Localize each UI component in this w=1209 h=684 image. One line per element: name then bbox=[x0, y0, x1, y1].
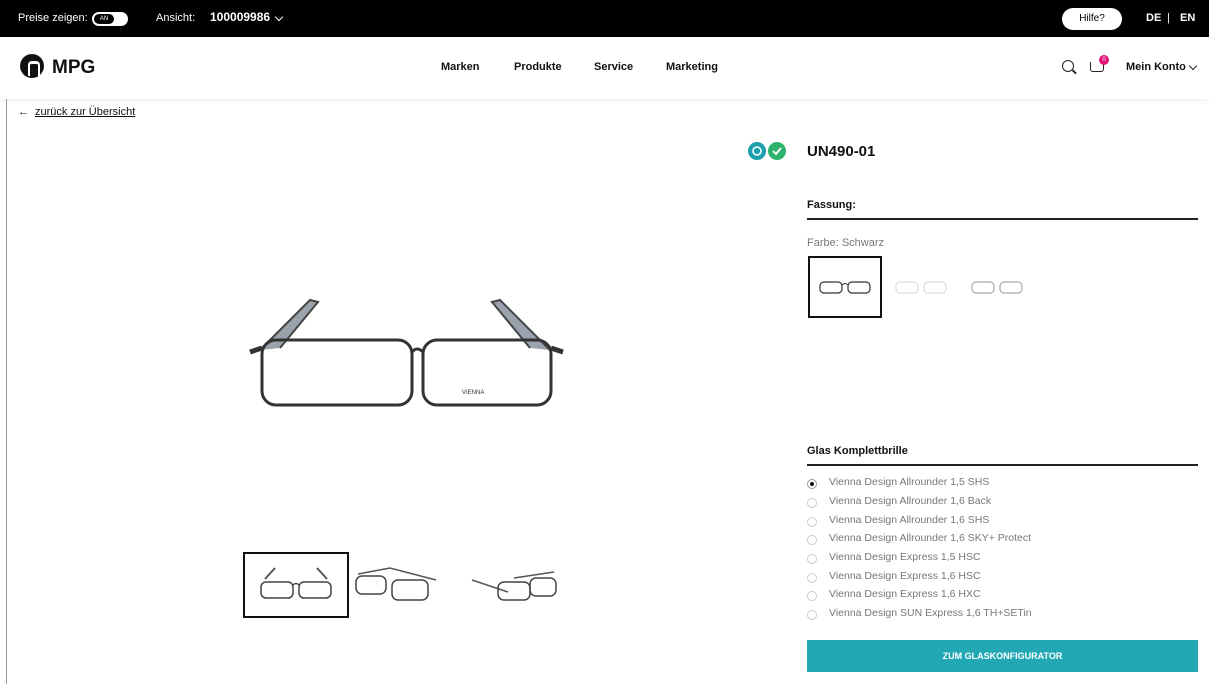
color-swatch-black[interactable] bbox=[808, 256, 882, 318]
frame-heading: Fassung: bbox=[807, 199, 856, 211]
nav-item-service[interactable]: Service bbox=[594, 61, 633, 73]
radio-button[interactable] bbox=[807, 610, 817, 620]
help-button[interactable]: Hilfe? bbox=[1062, 8, 1122, 30]
color-label: Farbe: Schwarz bbox=[807, 237, 885, 249]
product-title: UN490-01 bbox=[807, 143, 876, 160]
divider bbox=[807, 464, 1198, 466]
top-bar: Preise zeigen: AN Ansicht: 100009986 Hil… bbox=[0, 0, 1209, 37]
nav-item-marken[interactable]: Marken bbox=[441, 61, 480, 73]
radio-button[interactable] bbox=[807, 517, 817, 527]
color-swatch-silver[interactable] bbox=[886, 256, 960, 318]
radio-button[interactable] bbox=[807, 554, 817, 564]
glass-heading: Glas Komplettbrille bbox=[807, 445, 908, 457]
glass-configurator-button[interactable]: ZUM GLASKONFIGURATOR bbox=[807, 640, 1198, 672]
color-swatch-gunmetal[interactable] bbox=[962, 256, 1036, 318]
divider bbox=[807, 218, 1198, 220]
logo-text[interactable]: MPG bbox=[52, 57, 95, 79]
language-de[interactable]: DE bbox=[1146, 12, 1161, 24]
price-toggle[interactable]: AN bbox=[92, 12, 128, 26]
price-toggle-label: Preise zeigen: bbox=[18, 12, 88, 24]
rx-glass-icon bbox=[748, 142, 766, 160]
language-en[interactable]: EN bbox=[1180, 12, 1195, 24]
back-to-overview-link[interactable]: ← zurück zur Übersicht bbox=[18, 106, 135, 118]
product-thumbnail-front[interactable] bbox=[243, 552, 349, 618]
nav-item-produkte[interactable]: Produkte bbox=[514, 61, 562, 73]
logo-icon[interactable] bbox=[20, 54, 44, 78]
language-separator: | bbox=[1167, 12, 1170, 24]
account-selector[interactable]: 100009986 bbox=[210, 10, 270, 24]
price-toggle-state: AN bbox=[94, 14, 114, 24]
chevron-down-icon[interactable] bbox=[274, 12, 284, 22]
nav-item-marketing[interactable]: Marketing bbox=[666, 61, 718, 73]
product-main-image: VIENNA bbox=[249, 298, 564, 407]
product-thumbnail-angle[interactable] bbox=[350, 552, 456, 618]
cart-count-badge: 0 bbox=[1099, 55, 1109, 65]
radio-button[interactable] bbox=[807, 498, 817, 508]
glasses-front-thumb bbox=[260, 567, 332, 599]
arrow-left-icon: ← bbox=[18, 106, 29, 118]
search-icon[interactable] bbox=[1062, 60, 1074, 72]
available-check-icon bbox=[768, 142, 786, 160]
my-account-menu[interactable]: Mein Konto bbox=[1126, 61, 1186, 73]
glasses-side-thumb bbox=[471, 571, 557, 601]
page-border bbox=[6, 99, 7, 684]
radio-button[interactable] bbox=[807, 573, 817, 583]
product-thumbnail-side[interactable] bbox=[458, 552, 564, 618]
back-link-label: zurück zur Übersicht bbox=[35, 106, 136, 118]
view-label: Ansicht: bbox=[156, 12, 196, 24]
glasses-angle-thumb bbox=[355, 567, 437, 601]
radio-button[interactable] bbox=[807, 479, 817, 489]
radio-button[interactable] bbox=[807, 591, 817, 601]
radio-button[interactable] bbox=[807, 535, 817, 545]
frame-brand-logo: VIENNA bbox=[462, 390, 484, 396]
